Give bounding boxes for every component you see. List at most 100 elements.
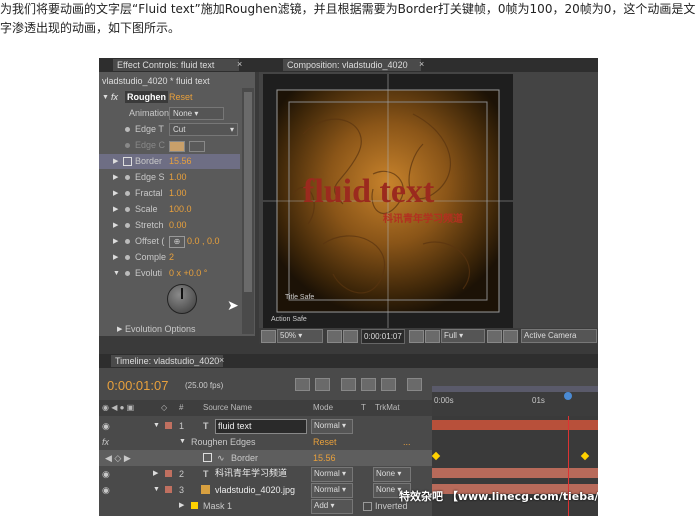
expand-triangle-icon[interactable]: ▼	[153, 418, 160, 434]
zoom-dropdown[interactable]: 50% ▾	[277, 329, 323, 343]
close-icon[interactable]: ×	[219, 355, 224, 365]
stopwatch-icon[interactable]	[125, 223, 130, 228]
label-color-swatch[interactable]	[165, 486, 172, 493]
expand-triangle-icon[interactable]: ▶	[117, 322, 122, 337]
effect-row-roughen-edges[interactable]: fx ▼ Roughen Edges Reset ...	[99, 434, 432, 450]
label-color-swatch[interactable]	[165, 470, 172, 477]
layer-name[interactable]: vladstudio_4020.jpg	[215, 482, 295, 498]
scroll-thumb[interactable]	[244, 92, 252, 292]
expand-triangle-icon[interactable]: ▶	[113, 154, 118, 169]
layer-name[interactable]: fluid text	[215, 419, 307, 434]
effect-row-roughen[interactable]: ▼ fx Roughen Reset	[99, 90, 240, 105]
property-value[interactable]: 0.0 , 0.0	[187, 234, 220, 249]
mask-row[interactable]: ▶ Mask 1 Add ▾ Inverted	[99, 498, 432, 514]
composition-mini-icon[interactable]	[295, 378, 310, 391]
mode-dropdown[interactable]: Normal ▾	[311, 419, 353, 434]
expand-triangle-icon[interactable]: ▶	[153, 466, 158, 482]
layer-name[interactable]: 科讯青年学习频道	[215, 466, 287, 482]
eyedropper-icon[interactable]	[189, 141, 205, 152]
expand-triangle-icon[interactable]: ▶	[113, 234, 118, 249]
stopwatch-icon[interactable]	[125, 207, 130, 212]
resolution-dropdown[interactable]: Full ▾	[441, 329, 485, 343]
close-icon[interactable]: ×	[419, 59, 424, 69]
camera-dropdown[interactable]: Active Camera	[521, 329, 597, 343]
transparency-grid-icon[interactable]	[503, 330, 518, 343]
current-time-indicator-icon[interactable]	[564, 392, 572, 400]
layer-bar[interactable]	[432, 468, 598, 478]
shy-layers-icon[interactable]	[341, 378, 356, 391]
label-color-swatch[interactable]	[165, 422, 172, 429]
options-link[interactable]: ...	[403, 434, 411, 450]
property-value[interactable]: 15.56	[313, 450, 336, 466]
eye-icon[interactable]: ◉	[102, 482, 110, 498]
tab-timeline[interactable]: Timeline: vladstudio_4020	[111, 355, 223, 367]
composition-viewer[interactable]: fluid text 科讯青年学习频道 Title Safe Action Sa…	[263, 74, 513, 328]
header-trkmat[interactable]: TrkMat	[375, 400, 400, 416]
mode-dropdown[interactable]: Normal ▾	[311, 467, 353, 482]
stopwatch-icon[interactable]	[125, 255, 130, 260]
stopwatch-icon[interactable]	[125, 143, 130, 148]
layer-row[interactable]: ◉ ▶ 2 T 科讯青年学习频道 Normal ▾ None ▾	[99, 466, 432, 482]
draft-3d-icon[interactable]	[315, 378, 330, 391]
roi-icon[interactable]	[487, 330, 502, 343]
stopwatch-icon[interactable]	[125, 127, 130, 132]
keyframe-end[interactable]	[580, 451, 590, 461]
property-value[interactable]: 15.56	[169, 154, 192, 169]
keyframe-nav-icon[interactable]: ◀ ◇ ▶	[105, 450, 131, 466]
keyframe-start[interactable]	[431, 451, 441, 461]
property-value[interactable]: 1.00	[169, 186, 187, 201]
expand-triangle-icon[interactable]: ▶	[113, 202, 118, 217]
time-ruler[interactable]: 0:00s 01s	[432, 386, 598, 416]
expand-triangle-icon[interactable]: ▶	[113, 250, 118, 265]
expand-triangle-icon[interactable]: ▼	[153, 482, 160, 498]
graph-icon[interactable]: ∿	[217, 450, 225, 466]
property-value[interactable]: 100.0	[169, 202, 192, 217]
mask-color-swatch[interactable]	[191, 502, 198, 509]
mode-dropdown[interactable]: Normal ▾	[311, 483, 353, 498]
layer-row[interactable]: ◉ ▼ 1 T fluid text Normal ▾	[99, 418, 432, 434]
eye-icon[interactable]: ◉	[102, 466, 110, 482]
comp-timecode[interactable]: 0:00:01:07	[361, 329, 405, 344]
layer-bar[interactable]	[432, 420, 598, 430]
work-area-bar[interactable]	[432, 386, 598, 392]
inverted-checkbox[interactable]	[363, 502, 372, 511]
trkmat-dropdown[interactable]: None ▾	[373, 467, 411, 482]
header-source-name[interactable]: Source Name	[203, 400, 252, 416]
layer-row[interactable]: ◉ ▼ 3 vladstudio_4020.jpg Normal ▾ None …	[99, 482, 432, 498]
animation-dropdown[interactable]: None ▾	[169, 107, 224, 120]
timeline-timecode[interactable]: 0:00:01:07	[107, 378, 168, 393]
stopwatch-icon[interactable]	[123, 157, 132, 166]
expand-triangle-icon[interactable]: ▶	[113, 170, 118, 185]
frame-blending-icon[interactable]	[361, 378, 376, 391]
property-value[interactable]: 2	[169, 250, 174, 265]
reset-link[interactable]: Reset	[313, 434, 337, 450]
graph-editor-icon[interactable]	[407, 378, 422, 391]
edge-type-dropdown[interactable]: Cut ▾	[169, 123, 238, 136]
property-value[interactable]: 0 x +0.0 °	[169, 266, 207, 281]
expand-triangle-icon[interactable]: ▼	[102, 90, 109, 105]
reset-link[interactable]: Reset	[169, 90, 193, 105]
crosshair-icon[interactable]: ⊕	[169, 236, 185, 248]
property-row-border[interactable]: ◀ ◇ ▶ ∿ Border 15.56	[99, 450, 432, 466]
evolution-options-row[interactable]: ▶ Evolution Options	[99, 322, 240, 337]
property-value[interactable]: 0.00	[169, 218, 187, 233]
property-value[interactable]: 1.00	[169, 170, 187, 185]
stopwatch-icon[interactable]	[203, 453, 212, 462]
tab-composition[interactable]: Composition: vladstudio_4020	[283, 59, 421, 71]
evolution-dial[interactable]	[167, 284, 197, 314]
close-icon[interactable]: ×	[237, 59, 242, 69]
color-swatch[interactable]	[169, 141, 185, 152]
expand-triangle-icon[interactable]: ▼	[179, 434, 186, 450]
mask-mode-dropdown[interactable]: Add ▾	[311, 499, 353, 514]
stopwatch-icon[interactable]	[125, 239, 130, 244]
tab-effect-controls[interactable]: Effect Controls: fluid text	[113, 59, 239, 71]
expand-triangle-icon[interactable]: ▶	[113, 186, 118, 201]
expand-triangle-icon[interactable]: ▶	[113, 218, 118, 233]
expand-triangle-icon[interactable]: ▶	[179, 498, 184, 514]
expand-triangle-icon[interactable]: ▼	[113, 266, 120, 281]
stopwatch-icon[interactable]	[125, 175, 130, 180]
stopwatch-icon[interactable]	[125, 191, 130, 196]
eye-icon[interactable]: ◉	[102, 418, 110, 434]
channel-icon[interactable]	[425, 330, 440, 343]
stopwatch-icon[interactable]	[125, 271, 130, 276]
